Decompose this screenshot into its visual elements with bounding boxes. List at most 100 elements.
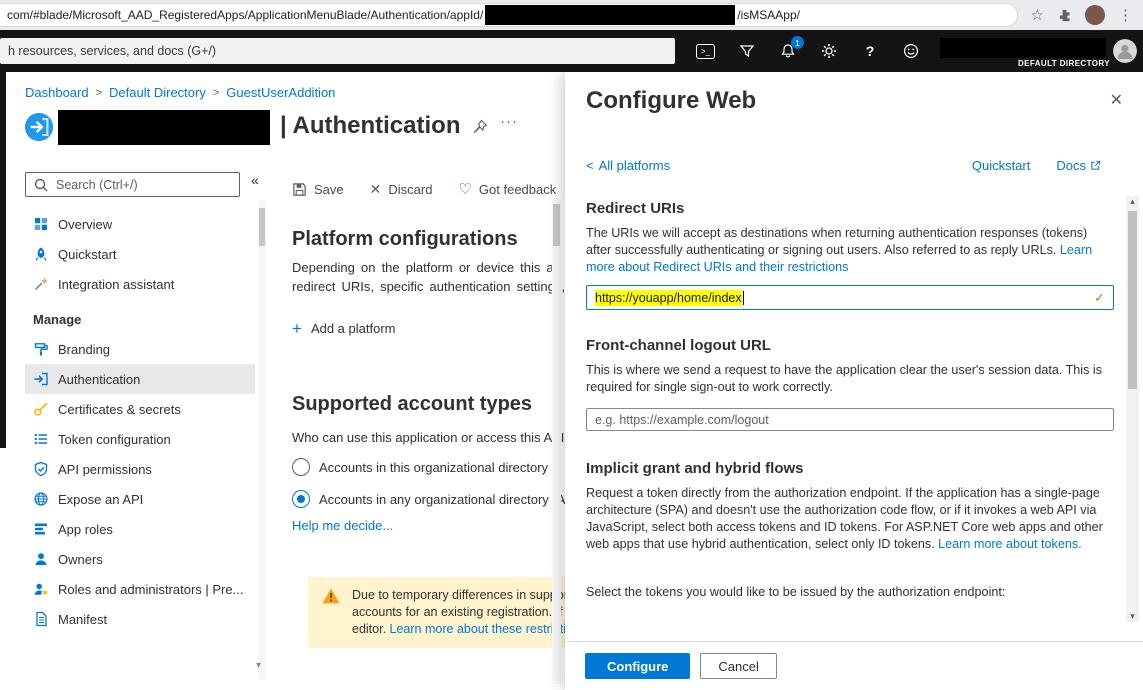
filter-icon[interactable] xyxy=(738,42,756,60)
panel-body: Redirect URIs The URIs we will accept as… xyxy=(586,200,1114,599)
text-cursor xyxy=(743,291,744,305)
screen: com/#blade/Microsoft_AAD_RegisteredApps/… xyxy=(0,0,1143,690)
extensions-puzzle-icon[interactable] xyxy=(1057,8,1072,23)
global-search-placeholder: h resources, services, and docs (G+/) xyxy=(8,44,216,58)
radio-label: Accounts in this organizational director… xyxy=(319,460,559,475)
sidebar-item-label: API permissions xyxy=(58,462,152,477)
sidebar-item-manifest[interactable]: Manifest xyxy=(25,604,255,634)
save-label: Save xyxy=(314,182,344,197)
sidebar-scrollbar-thumb[interactable] xyxy=(259,208,265,246)
pin-icon[interactable] xyxy=(472,119,488,135)
sidebar-item-token-configuration[interactable]: Token configuration xyxy=(25,424,255,454)
configure-button[interactable]: Configure xyxy=(585,653,690,679)
expose-api-icon xyxy=(33,491,49,507)
heart-icon: ♡ xyxy=(458,180,471,198)
api-permissions-icon xyxy=(33,461,49,477)
docs-label: Docs xyxy=(1056,158,1086,173)
sidebar-item-label: Branding xyxy=(58,342,110,357)
docs-link[interactable]: Docs xyxy=(1056,158,1101,173)
sidebar-item-app-roles[interactable]: App roles xyxy=(25,514,255,544)
main-blade-scrollbar-thumb[interactable] xyxy=(553,204,560,246)
sidebar-item-quickstart[interactable]: Quickstart xyxy=(25,239,255,269)
sidebar-item-authentication[interactable]: Authentication xyxy=(25,364,255,394)
browser-menu-icon[interactable]: ⋮ xyxy=(1118,8,1133,23)
sidebar-item-label: Roles and administrators | Pre... xyxy=(58,582,243,597)
browser-profile-avatar[interactable] xyxy=(1085,5,1105,25)
sidebar-item-label: Quickstart xyxy=(58,247,117,262)
feedback-label: Got feedback xyxy=(479,182,556,197)
notification-badge: 1 xyxy=(791,36,804,49)
breadcrumb: Dashboard > Default Directory > GuestUse… xyxy=(25,85,335,100)
radio-selected-icon[interactable] xyxy=(292,490,310,508)
sidebar-menu: Overview Quickstart Integration assistan… xyxy=(25,209,255,634)
redirect-uri-input[interactable]: https://youapp/home/index ✓ xyxy=(586,285,1114,310)
breadcrumb-dashboard[interactable]: Dashboard xyxy=(25,85,89,100)
sidebar-item-overview[interactable]: Overview xyxy=(25,209,255,239)
manifest-icon xyxy=(33,611,49,627)
branding-icon xyxy=(33,341,49,357)
discard-button[interactable]: ✕ Discard xyxy=(370,181,433,198)
notifications-bell-icon[interactable]: 1 xyxy=(779,42,797,60)
bookmark-star-icon[interactable]: ☆ xyxy=(1031,8,1044,23)
sidebar-item-label: Overview xyxy=(58,217,112,232)
redirect-uri-value: https://youapp/home/index xyxy=(595,290,742,306)
panel-footer: Configure Cancel xyxy=(565,641,1143,690)
search-icon xyxy=(33,177,49,193)
panel-subheader-links: Quickstart Docs xyxy=(972,158,1101,173)
all-platforms-back-link[interactable]: < All platforms xyxy=(586,158,670,173)
front-channel-logout-description: This is where we send a request to have … xyxy=(586,362,1114,396)
radio-icon[interactable] xyxy=(292,458,310,476)
panel-scrollbar-thumb[interactable] xyxy=(1128,211,1137,389)
feedback-smiley-icon[interactable] xyxy=(902,42,920,60)
redirect-uris-description: The URIs we will accept as destinations … xyxy=(586,225,1114,276)
sidebar-scroll-down-icon[interactable]: ▾ xyxy=(256,660,261,671)
chevron-left-icon: < xyxy=(586,158,594,173)
app-registration-icon xyxy=(24,112,54,142)
sidebar-item-label: Owners xyxy=(58,552,103,567)
sidebar-item-branding[interactable]: Branding xyxy=(25,334,255,364)
sidebar-item-label: Authentication xyxy=(58,372,140,387)
learn-more-tokens-link[interactable]: Learn more about tokens. xyxy=(938,537,1082,551)
discard-icon: ✕ xyxy=(370,181,382,198)
panel-title: Configure Web xyxy=(586,87,756,115)
sidebar-item-label: Manifest xyxy=(58,612,107,627)
sidebar-search-input[interactable]: Search (Ctrl+/) xyxy=(25,172,240,197)
page-title: | Authentication xyxy=(280,112,460,140)
quickstart-link[interactable]: Quickstart xyxy=(972,158,1031,173)
global-search-input[interactable]: h resources, services, and docs (G+/) xyxy=(0,38,675,64)
front-channel-logout-input[interactable] xyxy=(586,408,1114,431)
sidebar-item-integration-assistant[interactable]: Integration assistant xyxy=(25,269,255,299)
breadcrumb-default-directory[interactable]: Default Directory xyxy=(109,85,206,100)
main-blade-scrollbar[interactable] xyxy=(552,198,561,684)
panel-subheader: < All platforms Quickstart Docs xyxy=(586,158,1101,173)
address-bar[interactable]: com/#blade/Microsoft_AAD_RegisteredApps/… xyxy=(0,3,1018,27)
sidebar-collapse-button[interactable]: « xyxy=(251,172,259,188)
sidebar-item-label: Certificates & secrets xyxy=(58,402,181,417)
scroll-up-icon[interactable]: ▴ xyxy=(1126,196,1139,207)
topbar-icons: >_ 1 ? xyxy=(696,30,920,72)
gear-icon[interactable] xyxy=(820,42,838,60)
sidebar-item-certificates-secrets[interactable]: Certificates & secrets xyxy=(25,394,255,424)
sidebar-section-manage: Manage xyxy=(25,304,255,334)
title-more-menu[interactable]: ··· xyxy=(500,113,518,130)
got-feedback-button[interactable]: ♡ Got feedback xyxy=(458,180,556,198)
close-icon[interactable]: ✕ xyxy=(1110,90,1123,110)
breadcrumb-guestuseraddition[interactable]: GuestUserAddition xyxy=(226,85,335,100)
save-button[interactable]: Save xyxy=(292,182,344,197)
sidebar-item-owners[interactable]: Owners xyxy=(25,544,255,574)
all-platforms-label: All platforms xyxy=(599,158,671,173)
cloud-shell-icon[interactable]: >_ xyxy=(696,44,715,59)
account-avatar[interactable] xyxy=(1113,39,1137,63)
scroll-down-icon[interactable]: ▾ xyxy=(1126,611,1139,622)
sidebar-search-placeholder: Search (Ctrl+/) xyxy=(56,178,138,192)
cancel-button[interactable]: Cancel xyxy=(700,653,776,679)
redaction-block-url xyxy=(485,5,735,25)
sidebar-scrollbar[interactable] xyxy=(258,200,266,680)
implicit-grant-heading: Implicit grant and hybrid flows xyxy=(586,460,1114,477)
sidebar-item-api-permissions[interactable]: API permissions xyxy=(25,454,255,484)
sidebar-item-roles-administrators[interactable]: Roles and administrators | Pre... xyxy=(25,574,255,604)
app-roles-icon xyxy=(33,521,49,537)
sidebar-item-expose-an-api[interactable]: Expose an API xyxy=(25,484,255,514)
panel-scrollbar[interactable]: ▴ ▾ xyxy=(1126,196,1139,622)
help-icon[interactable]: ? xyxy=(861,42,879,60)
